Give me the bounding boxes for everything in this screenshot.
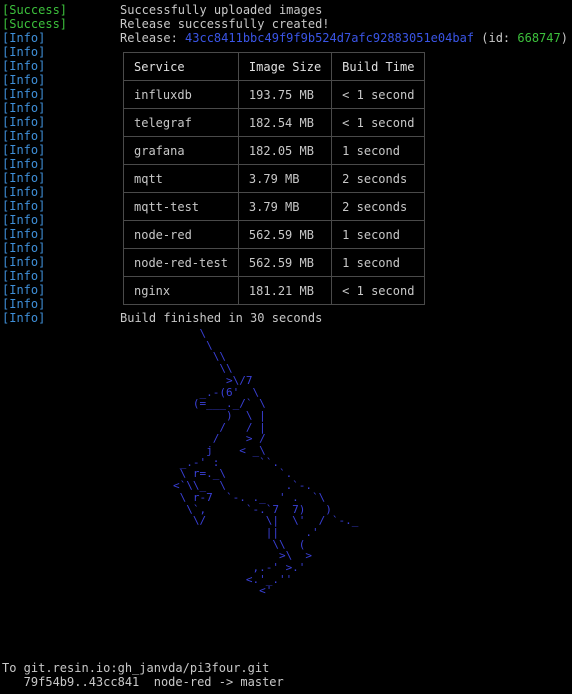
- image-size-cell: 3.79 MB: [237, 164, 333, 193]
- release-message: Release: 43cc8411bbc49f9f9b524d7afc92883…: [120, 31, 568, 45]
- info-tag: [Info]: [2, 129, 46, 143]
- build-time-cell: < 1 second: [331, 80, 426, 109]
- log-line: [Success] Release successfully created!: [0, 17, 572, 31]
- image-size-cell: 3.79 MB: [237, 192, 333, 221]
- log-message: Successfully uploaded images: [120, 3, 323, 17]
- info-tag: [Info]: [2, 143, 46, 157]
- info-tag: [Info]: [2, 45, 46, 59]
- build-time-cell: < 1 second: [331, 276, 426, 305]
- release-id-close: ): [560, 31, 568, 45]
- info-tag: [Info]: [2, 227, 46, 241]
- info-tag: [Info]: [2, 115, 46, 129]
- info-tag: [Info]: [2, 283, 46, 297]
- info-tag: [Info]: [2, 59, 46, 73]
- release-hash: 43cc8411bbc49f9f9b524d7afc92883051e04baf: [185, 31, 475, 45]
- git-push-ref-line: 79f54b9..43cc841 node-red -> master: [2, 675, 284, 689]
- info-tag: [Info]: [2, 171, 46, 185]
- info-tag: [Info]: [2, 87, 46, 101]
- table-row: node-red-test 562.59 MB 1 second: [123, 248, 426, 277]
- git-remote-line: To git.resin.io:gh_janvda/pi3four.git: [2, 661, 270, 675]
- info-tag: [Info]: [2, 199, 46, 213]
- build-time-cell: 1 second: [331, 136, 426, 165]
- build-finished-message: Build finished in 30 seconds: [120, 311, 323, 325]
- build-time-cell: 2 seconds: [331, 192, 426, 221]
- service-cell: influxdb: [123, 80, 239, 109]
- unicorn-ascii-art: \ \ \\ \\ >\/7 _.-(6' \ (=___._/` \ ) \ …: [172, 327, 359, 598]
- table-row: telegraf 182.54 MB < 1 second: [123, 108, 426, 137]
- info-tag: [Info]: [2, 101, 46, 115]
- service-cell: mqtt-test: [123, 192, 239, 221]
- release-id-open: (id:: [474, 31, 518, 45]
- release-line: [Info] Release: 43cc8411bbc49f9f9b524d7af…: [0, 31, 572, 45]
- service-cell: mqtt: [123, 164, 239, 193]
- info-tag: [Info]: [2, 297, 46, 311]
- info-tag: [Info]: [2, 255, 46, 269]
- table-row: grafana 182.05 MB 1 second: [123, 136, 426, 165]
- info-tag: [Info]: [2, 185, 46, 199]
- info-tag: [Info]: [2, 241, 46, 255]
- info-tag: [Info]: [2, 157, 46, 171]
- log-message: Release successfully created!: [120, 17, 330, 31]
- image-size-cell: 181.21 MB: [237, 276, 333, 305]
- table-row: influxdb 193.75 MB < 1 second: [123, 80, 426, 109]
- build-time-cell: < 1 second: [331, 108, 426, 137]
- build-finished-line: [Info] Build finished in 30 seconds: [0, 311, 572, 325]
- info-tag: [Info]: [2, 73, 46, 87]
- info-tag: [Info]: [2, 311, 46, 325]
- table-row: node-red 562.59 MB 1 second: [123, 220, 426, 249]
- image-size-cell: 193.75 MB: [237, 80, 333, 109]
- info-tag: [Info]: [2, 31, 46, 45]
- success-tag: [Success]: [2, 17, 68, 31]
- log-line: [Success] Successfully uploaded images: [0, 3, 572, 17]
- release-id: 668747: [517, 31, 561, 45]
- build-time-cell: 1 second: [331, 220, 426, 249]
- table-header-row: Service Image Size Build Time: [123, 52, 426, 81]
- image-size-cell: 562.59 MB: [237, 248, 333, 277]
- column-header-image-size: Image Size: [237, 52, 333, 81]
- service-cell: telegraf: [123, 108, 239, 137]
- table-row: nginx 181.21 MB < 1 second: [123, 276, 426, 305]
- image-size-cell: 182.54 MB: [237, 108, 333, 137]
- build-time-cell: 1 second: [331, 248, 426, 277]
- info-tag: [Info]: [2, 269, 46, 283]
- terminal-window: [Success] Successfully uploaded images [Su…: [0, 0, 572, 694]
- table-row: mqtt 3.79 MB 2 seconds: [123, 164, 426, 193]
- service-cell: grafana: [123, 136, 239, 165]
- service-cell: node-red-test: [123, 248, 239, 277]
- column-header-build-time: Build Time: [331, 52, 426, 81]
- image-size-cell: 182.05 MB: [237, 136, 333, 165]
- build-summary-table: Service Image Size Build Time influxdb 19…: [123, 52, 426, 305]
- table-row: mqtt-test 3.79 MB 2 seconds: [123, 192, 426, 221]
- success-tag: [Success]: [2, 3, 68, 17]
- service-cell: nginx: [123, 276, 239, 305]
- release-label: Release:: [120, 31, 186, 45]
- build-time-cell: 2 seconds: [331, 164, 426, 193]
- service-cell: node-red: [123, 220, 239, 249]
- info-tag: [Info]: [2, 213, 46, 227]
- column-header-service: Service: [123, 52, 239, 81]
- image-size-cell: 562.59 MB: [237, 220, 333, 249]
